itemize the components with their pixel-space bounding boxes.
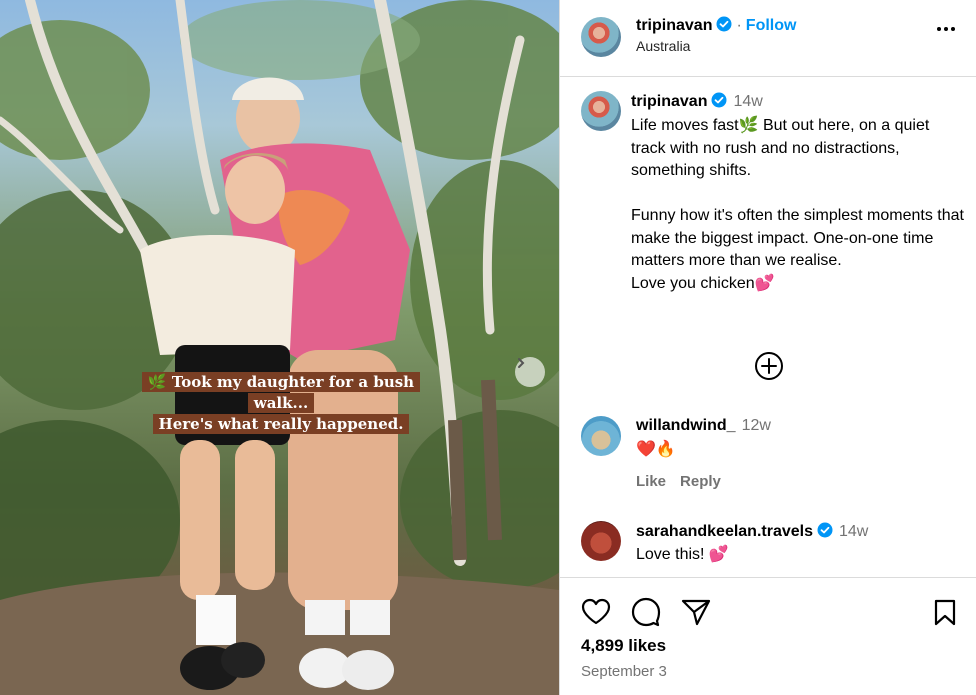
load-more-comments-icon[interactable] <box>754 351 784 381</box>
comment-like-button[interactable]: Like <box>636 473 666 490</box>
comment-header: sarahandkeelan.travels 14w <box>636 521 868 543</box>
post-date[interactable]: September 3 <box>581 663 667 680</box>
comment-text: ❤️🔥 <box>636 441 676 458</box>
caption-time[interactable]: 14w <box>733 93 762 110</box>
commenter-avatar[interactable] <box>581 416 621 456</box>
comment-time[interactable]: 12w <box>742 417 771 434</box>
post-location[interactable]: Australia <box>636 38 796 54</box>
commenter-username[interactable]: sarahandkeelan.travels <box>636 523 813 540</box>
post-header: tripinavan · Follow Australia <box>560 0 976 77</box>
post-photo: 🌿 Took my daughter for a bush walk... He… <box>0 0 559 695</box>
author-avatar[interactable] <box>581 17 621 57</box>
more-options-icon[interactable] <box>937 27 955 31</box>
likes-count[interactable]: 4,899 likes <box>581 636 666 656</box>
comment-actions: Like Reply <box>636 473 735 490</box>
share-paper-plane-icon[interactable] <box>681 598 711 626</box>
caption-header: tripinavan 14w <box>631 92 763 111</box>
header-separator: · <box>736 17 742 34</box>
commenter-username[interactable]: willandwind_ <box>636 417 736 434</box>
verified-badge-icon <box>817 522 833 538</box>
follow-button[interactable]: Follow <box>746 17 797 34</box>
verified-badge-icon <box>711 92 727 108</box>
post-side-panel: tripinavan · Follow Australia tripinavan 14… <box>559 0 976 695</box>
post-actions-bar: 4,899 likes September 3 <box>560 577 976 695</box>
author-info: tripinavan · Follow Australia <box>636 16 796 54</box>
caption-username[interactable]: tripinavan <box>631 93 707 110</box>
photo-caption-line-2: Here's what really happened. <box>152 414 410 434</box>
save-bookmark-icon[interactable] <box>933 598 957 626</box>
comment-reply-button[interactable]: Reply <box>680 473 721 490</box>
comments-section: tripinavan 14w Life moves fast🌿 But out h… <box>560 78 976 576</box>
author-username[interactable]: tripinavan <box>636 17 712 34</box>
comment-text: Love this! 💕 <box>636 546 729 563</box>
commenter-avatar[interactable] <box>581 521 621 561</box>
caption-author-avatar[interactable] <box>581 91 621 131</box>
photo-caption-overlay: 🌿 Took my daughter for a bush walk... He… <box>116 368 446 440</box>
verified-badge-icon <box>716 16 732 32</box>
like-heart-icon[interactable] <box>581 598 611 626</box>
photo-caption-line-1: 🌿 Took my daughter for a bush walk... <box>141 372 421 413</box>
chevron-right-icon <box>518 358 525 368</box>
comment-header: willandwind_ 12w <box>636 415 771 437</box>
post-caption-text: Life moves fast🌿 But out here, on a quie… <box>631 117 964 292</box>
comment-time[interactable]: 14w <box>839 523 868 540</box>
carousel-next-button[interactable] <box>515 357 545 387</box>
comment-icon[interactable] <box>631 597 661 627</box>
photo-scene <box>0 0 559 695</box>
